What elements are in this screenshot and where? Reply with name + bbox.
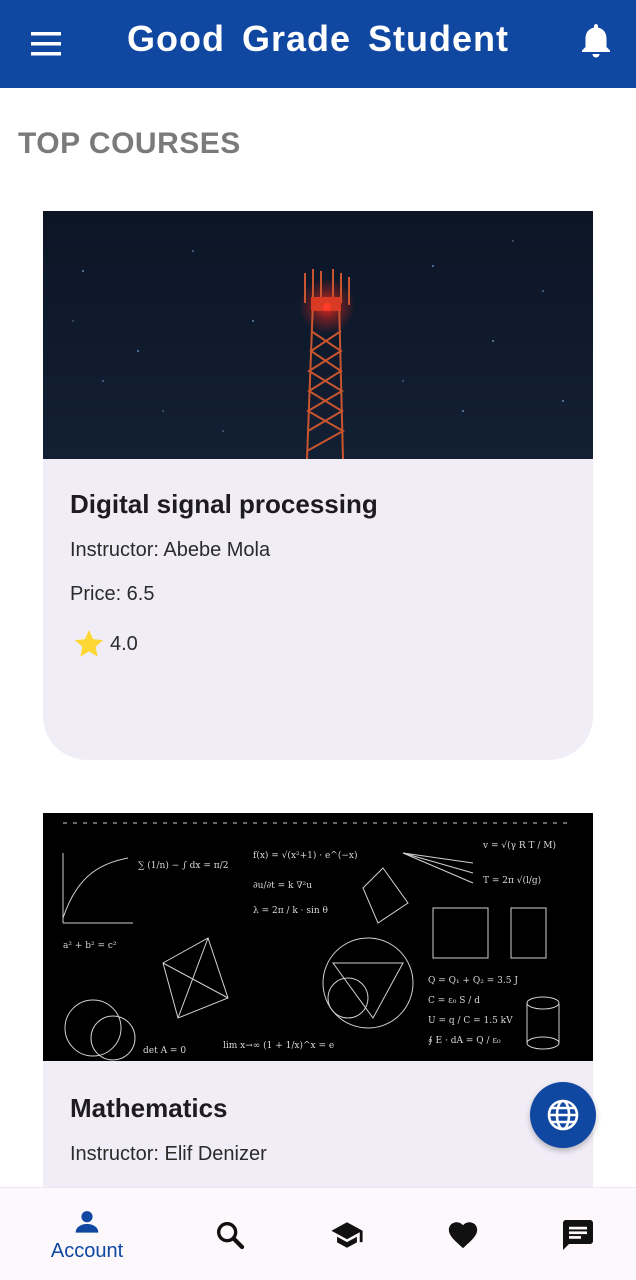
course-name: Digital signal processing — [70, 489, 378, 519]
language-button[interactable] — [530, 1082, 596, 1148]
svg-text:det A = 0: det A = 0 — [143, 1046, 186, 1056]
svg-text:Q = Q₁ + Q₂ = 3.5 J: Q = Q₁ + Q₂ = 3.5 J — [428, 976, 518, 986]
svg-text:T = 2π √(l/g): T = 2π √(l/g) — [483, 875, 541, 886]
search-icon — [216, 1221, 245, 1249]
nav-account-label: Account — [50, 1240, 124, 1262]
nav-messages[interactable] — [523, 1188, 633, 1280]
svg-text:∮ E · dA = Q / ε₀: ∮ E · dA = Q / ε₀ — [428, 1036, 501, 1046]
svg-text:∑ (1/n) − ∫ dx = π/2: ∑ (1/n) − ∫ dx = π/2 — [138, 860, 228, 871]
nav-courses[interactable] — [292, 1188, 402, 1280]
chat-icon — [563, 1219, 593, 1250]
section-title: TOP COURSES — [18, 127, 241, 160]
svg-text:a² + b² = c²: a² + b² = c² — [63, 941, 117, 951]
svg-text:U = q / C = 1.5 kV: U = q / C = 1.5 kV — [428, 1016, 513, 1026]
course-rating: 4.0 — [70, 627, 138, 661]
course-card[interactable]: ∑ (1/n) − ∫ dx = π/2 f(x) = √(x²+1) · e^… — [43, 813, 593, 1213]
tower-night-image — [43, 211, 593, 459]
svg-text:∂u/∂t = k ∇²u: ∂u/∂t = k ∇²u — [253, 881, 312, 891]
nav-account[interactable]: Account — [32, 1188, 142, 1280]
heart-icon — [448, 1221, 478, 1248]
course-instructor: Instructor: Abebe Mola — [70, 539, 271, 561]
svg-text:λ = 2π / k · sin θ: λ = 2π / k · sin θ — [253, 906, 328, 916]
app-bar: Good Grade Student — [0, 0, 636, 88]
globe-icon — [547, 1099, 579, 1131]
nav-search[interactable] — [175, 1188, 285, 1280]
svg-text:C = ε₀ S / d: C = ε₀ S / d — [428, 996, 480, 1006]
bottom-navigation: Account — [0, 1187, 636, 1280]
rating-value: 4.0 — [110, 632, 138, 655]
course-price: Price: 6.5 — [70, 583, 155, 605]
math-formulas-image: ∑ (1/n) − ∫ dx = π/2 f(x) = √(x²+1) · e^… — [43, 813, 593, 1061]
course-instructor: Instructor: Elif Denizer — [70, 1143, 267, 1165]
course-card[interactable]: Digital signal processing Instructor: Ab… — [43, 211, 593, 760]
nav-favorites[interactable] — [408, 1188, 518, 1280]
person-icon — [75, 1211, 99, 1233]
star-icon — [74, 629, 104, 657]
graduation-cap-icon — [331, 1221, 363, 1248]
notification-bell-icon[interactable] — [578, 20, 614, 60]
svg-text:lim x→∞ (1 + 1/x)^x = e: lim x→∞ (1 + 1/x)^x = e — [223, 1040, 334, 1051]
course-name: Mathematics — [70, 1093, 228, 1123]
svg-text:f(x) = √(x²+1) · e^(−x): f(x) = √(x²+1) · e^(−x) — [253, 850, 358, 861]
app-title: Good Grade Student — [126, 18, 509, 59]
svg-text:v = √(γ R T / M): v = √(γ R T / M) — [482, 840, 556, 851]
